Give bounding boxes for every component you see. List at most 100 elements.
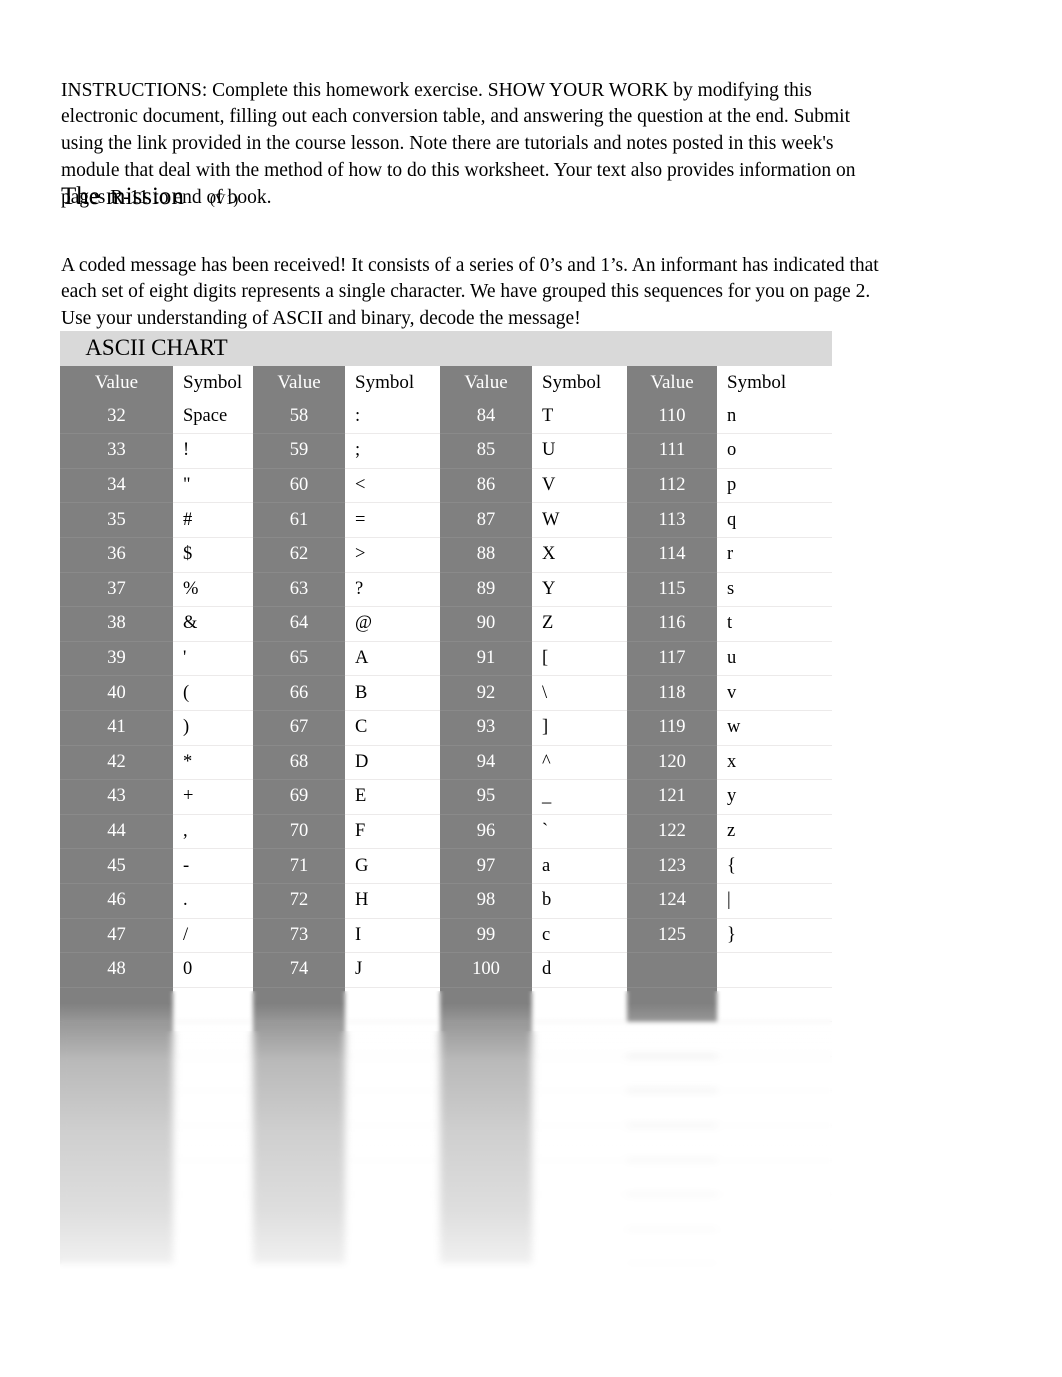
cell-value-col3: 88	[440, 537, 533, 573]
cell-symbol-col3: `	[532, 814, 628, 850]
cell-value-col3	[440, 1056, 533, 1092]
cell-value-col4: 122	[627, 814, 718, 850]
cell-value-col3	[440, 1194, 533, 1230]
cell-symbol-col1: %	[173, 572, 254, 608]
table-row: 38 & 64 @90 Z 116 t	[60, 606, 832, 642]
cell-value-col2: 62	[253, 537, 346, 573]
mission-version-label: (V1)	[209, 192, 239, 208]
cell-value-col3: 87	[440, 502, 533, 538]
cell-symbol-col2: H	[345, 883, 441, 919]
cell-symbol-col4	[717, 1229, 832, 1265]
cell-value-col4: 124	[627, 883, 718, 919]
cell-value-col4	[627, 1056, 718, 1092]
column-header-symbol-3: Symbol	[532, 366, 628, 400]
cell-symbol-col4	[717, 1160, 832, 1196]
cell-symbol-col3: V	[532, 468, 628, 504]
cell-value-col3	[440, 1125, 533, 1161]
column-header-value-2: Value	[253, 366, 346, 400]
cell-value-col3	[440, 1090, 533, 1127]
column-header-symbol-2: Symbol	[345, 366, 441, 400]
cell-value-col1: 42	[60, 745, 173, 781]
cell-symbol-col2	[345, 1021, 441, 1057]
cell-value-col3	[440, 987, 533, 1023]
cell-value-col3: 100	[440, 952, 533, 988]
cell-symbol-col1: 0	[173, 952, 254, 988]
cell-value-col1: 32	[60, 399, 173, 435]
cell-symbol-col2: C	[345, 710, 441, 746]
table-row: 33! 59; 85 U 111 o	[60, 433, 832, 469]
cell-symbol-col1: /	[173, 918, 254, 954]
cell-value-col3: 84	[440, 399, 533, 435]
cell-value-col3: 98	[440, 883, 533, 919]
cell-value-col1	[60, 1160, 173, 1196]
cell-symbol-col3	[532, 1090, 628, 1127]
cell-symbol-col1	[173, 1194, 254, 1230]
table-row: 48 0 74 J 100 d	[60, 952, 832, 988]
cell-value-col2: 72	[253, 883, 346, 919]
cell-symbol-col3: \	[532, 675, 628, 711]
cell-value-col3: 99	[440, 918, 533, 954]
cell-symbol-col2: A	[345, 641, 441, 677]
title-spacer-3	[627, 331, 832, 366]
table-row: 34 " 60 <86 V 112 p	[60, 468, 832, 504]
cell-value-col4: 114	[627, 537, 718, 573]
cell-value-col4	[627, 1194, 718, 1230]
table-row: 42 * 68 D 94 ^ 120 x	[60, 745, 832, 781]
cell-value-col3: 92	[440, 675, 533, 711]
cell-symbol-col1: &	[173, 606, 254, 642]
cell-value-col4	[627, 1229, 718, 1265]
cell-value-col4: 121	[627, 779, 718, 815]
cell-value-col4	[627, 1090, 718, 1127]
cell-value-col4: 116	[627, 606, 718, 642]
table-row: 37% 63? 89 Y 115 s	[60, 572, 832, 608]
cell-value-col2: 66	[253, 675, 346, 711]
cell-symbol-col3	[532, 987, 628, 1023]
table-row: 35 #61 = 87 W 113 q	[60, 502, 832, 538]
cell-value-col4: 113	[627, 502, 718, 538]
cell-value-col3: 95	[440, 779, 533, 815]
cell-symbol-col2: F	[345, 814, 441, 850]
cell-value-col4: 125	[627, 918, 718, 954]
cell-symbol-col1: +	[173, 779, 254, 815]
column-header-symbol-4: Symbol	[717, 366, 832, 400]
cell-symbol-col1: $	[173, 537, 254, 573]
cell-value-col4: 118	[627, 675, 718, 711]
cell-symbol-col3	[532, 1229, 628, 1265]
cell-symbol-col4: u	[717, 641, 832, 677]
cell-symbol-col4: p	[717, 468, 832, 504]
cell-symbol-col3: a	[532, 848, 628, 884]
cell-value-col1: 34	[60, 468, 173, 504]
cell-value-col3	[440, 1229, 533, 1265]
cell-value-col3: 91	[440, 641, 533, 677]
cell-symbol-col1: Space	[173, 399, 254, 435]
cell-value-col2: 63	[253, 572, 346, 608]
cell-value-col2	[253, 1056, 346, 1092]
cell-symbol-col1: "	[173, 468, 254, 504]
cell-value-col3: 94	[440, 745, 533, 781]
cell-value-col1: 39	[60, 641, 173, 677]
table-row: 47/73 I 99 c 125}	[60, 918, 832, 954]
ascii-chart-title-row: ASCII CHART	[60, 331, 832, 366]
cell-symbol-col4: {	[717, 848, 832, 884]
cell-symbol-col2: D	[345, 745, 441, 781]
cell-symbol-col3	[532, 1160, 628, 1196]
cell-value-col4	[627, 952, 718, 988]
cell-symbol-col4: v	[717, 675, 832, 711]
cell-value-col1: 45	[60, 848, 173, 884]
cell-value-col2: 65	[253, 641, 346, 677]
table-row	[60, 1160, 832, 1196]
cell-symbol-col3: b	[532, 883, 628, 919]
cell-symbol-col1: -	[173, 848, 254, 884]
table-row	[60, 1125, 832, 1161]
cell-symbol-col4: t	[717, 606, 832, 642]
cell-symbol-col2: B	[345, 675, 441, 711]
table-row	[60, 987, 832, 1023]
cell-symbol-col4	[717, 1194, 832, 1230]
mission-description-paragraph: A coded message has been received! It co…	[61, 254, 879, 329]
cell-symbol-col2: ;	[345, 433, 441, 469]
cell-value-col1: 37	[60, 572, 173, 608]
cell-symbol-col3	[532, 1194, 628, 1230]
cell-value-col2	[253, 1021, 346, 1057]
ascii-chart-body: 32 Space 58:84 T 110 n 33! 59; 85 U 111 o 34 " 60 <86 V 1…	[60, 399, 832, 1265]
cell-value-col4: 123	[627, 848, 718, 884]
